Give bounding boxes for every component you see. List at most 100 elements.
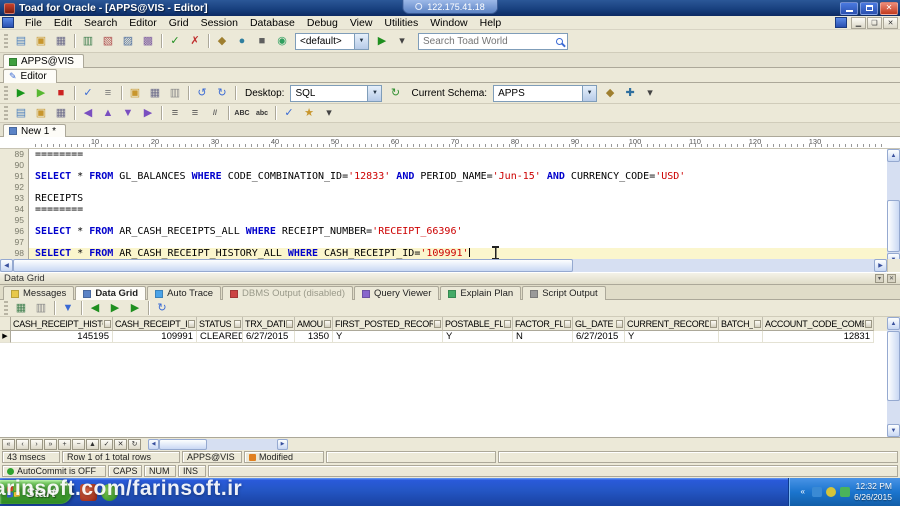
indent-icon[interactable]: ≡ (166, 105, 184, 122)
outdent-icon[interactable]: ≡ (186, 105, 204, 122)
new-document-icon[interactable]: ▤ (12, 33, 30, 50)
cell-current-record-flag[interactable]: Y (625, 331, 719, 343)
toolbar-grip[interactable] (4, 106, 8, 120)
editor-vertical-scrollbar[interactable]: ▲ ▼ (887, 149, 900, 259)
search-icon[interactable] (556, 38, 563, 45)
cell-amount[interactable]: 1350 (295, 331, 333, 343)
column-header-row-selector[interactable] (0, 317, 11, 331)
column-options-icon[interactable] (286, 320, 293, 328)
rdp-pin-icon[interactable] (415, 3, 422, 10)
toolbar-grip[interactable] (4, 34, 8, 48)
refresh-grid-icon[interactable]: ↻ (153, 300, 171, 317)
result-tab-messages[interactable]: Messages (3, 286, 74, 300)
editor-line[interactable]: 93RECEIPTS (0, 193, 887, 204)
network-icon[interactable] (812, 487, 822, 497)
mdi-restore-button[interactable]: ❏ (867, 17, 882, 29)
column-header-status[interactable]: STATUS (197, 317, 243, 331)
editor-line[interactable]: 97 (0, 237, 887, 248)
menu-grid[interactable]: Grid (163, 16, 195, 29)
menu-search[interactable]: Search (78, 16, 123, 29)
panel-close-icon[interactable]: ✕ (887, 274, 896, 283)
menu-edit[interactable]: Edit (48, 16, 78, 29)
editor-line[interactable]: 96SELECT * FROM AR_CASH_RECEIPTS_ALL WHE… (0, 226, 887, 237)
open-in-tab-icon[interactable]: ▣ (32, 105, 50, 122)
editor-line[interactable]: 92 (0, 182, 887, 193)
scrollbar-thumb[interactable] (13, 259, 573, 272)
mdi-close-button[interactable]: ✕ (883, 17, 898, 29)
editor-line[interactable]: 95 (0, 215, 887, 226)
column-options-icon[interactable] (504, 320, 511, 328)
menu-window[interactable]: Window (424, 16, 473, 29)
row-marker[interactable]: ▶ (0, 331, 11, 343)
minimize-button[interactable] (840, 2, 858, 15)
format-code-icon[interactable]: ≡ (99, 85, 117, 102)
menu-help[interactable]: Help (474, 16, 508, 29)
column-header-account-code-combination-id[interactable]: ACCOUNT_CODE_COMBINATION_ID (763, 317, 874, 331)
scroll-down-icon[interactable]: ▼ (887, 424, 900, 437)
last-record-button[interactable]: » (44, 439, 57, 450)
cell-trx-date[interactable]: 6/27/2015 (243, 331, 295, 343)
export-dataset-icon[interactable]: ▦ (12, 300, 30, 317)
taskbar-clock[interactable]: 12:32 PM 6/26/2015 (854, 481, 892, 503)
first-record-button[interactable]: « (2, 439, 15, 450)
print-grid-icon[interactable]: ▥ (32, 300, 50, 317)
execute-script-icon[interactable]: ▶ (32, 85, 50, 102)
scroll-up-icon[interactable]: ▲ (887, 317, 900, 330)
lowercase-icon[interactable]: abc (253, 105, 271, 122)
result-tab-data-grid[interactable]: Data Grid (75, 286, 146, 300)
rollback-icon[interactable]: ✗ (186, 33, 204, 50)
halt-execution-icon[interactable]: ■ (52, 85, 70, 102)
close-button[interactable]: ✕ (880, 2, 898, 15)
cell-gl-date[interactable]: 6/27/2015 (573, 331, 625, 343)
auto-hide-pin-icon[interactable]: ▾ (875, 274, 884, 283)
next-page-icon[interactable]: ▶ (106, 300, 124, 317)
scrollbar-thumb[interactable] (887, 331, 900, 401)
menu-view[interactable]: View (344, 16, 379, 29)
uppercase-icon[interactable]: ABC (233, 105, 251, 122)
redo-icon[interactable]: ↻ (213, 85, 231, 102)
execute-statement-icon[interactable]: ▶ (12, 85, 30, 102)
connection-combo[interactable]: <default> ▼ (295, 33, 369, 50)
editor-line[interactable]: 94======== (0, 204, 887, 215)
column-options-icon[interactable] (188, 320, 195, 328)
result-tab-explain-plan[interactable]: Explain Plan (440, 286, 521, 300)
column-options-icon[interactable] (564, 320, 571, 328)
column-options-icon[interactable] (754, 320, 761, 328)
report-manager-icon[interactable]: ● (233, 33, 251, 50)
cell-postable-flag[interactable]: Y (443, 331, 513, 343)
open-file-icon[interactable]: ▣ (32, 33, 50, 50)
delete-record-button[interactable]: − (72, 439, 85, 450)
first-statement-icon[interactable]: ▲ (99, 105, 117, 122)
search-input[interactable] (423, 36, 553, 47)
previous-page-icon[interactable]: ◀ (86, 300, 104, 317)
grid-horizontal-scrollbar[interactable]: ◀ ▶ (148, 439, 288, 450)
tab-editor[interactable]: ✎ Editor (3, 69, 57, 83)
scroll-down-icon[interactable]: ▼ (887, 253, 900, 259)
column-header-postable-flag[interactable]: POSTABLE_FLAG (443, 317, 513, 331)
filter-data-icon[interactable]: ▼ (59, 300, 77, 317)
grid-vertical-scrollbar[interactable]: ▲ ▼ (887, 317, 900, 437)
scroll-up-icon[interactable]: ▲ (887, 149, 900, 162)
toolbar-grip[interactable] (4, 86, 8, 100)
sql-editor[interactable]: 89========9091SELECT * FROM GL_BALANCES … (0, 149, 900, 259)
toad-world-icon[interactable]: ◉ (273, 33, 291, 50)
cell-batch-id[interactable] (719, 331, 763, 343)
save-as-icon[interactable]: ▦ (52, 105, 70, 122)
print-editor-icon[interactable]: ▥ (166, 85, 184, 102)
undo-icon[interactable]: ↺ (193, 85, 211, 102)
save-editor-file-icon[interactable]: ▦ (146, 85, 164, 102)
scroll-left-icon[interactable]: ◀ (0, 259, 13, 272)
refresh-record-button[interactable]: ↻ (128, 439, 141, 450)
action-dropdown-icon[interactable]: ▾ (393, 33, 411, 50)
scroll-right-icon[interactable]: ▶ (874, 259, 887, 272)
frog-quicklaunch-icon[interactable] (101, 484, 118, 501)
session-browser-icon[interactable]: ▨ (119, 33, 137, 50)
editor-line[interactable]: 91SELECT * FROM GL_BALANCES WHERE CODE_C… (0, 171, 887, 182)
column-header-factor-flag[interactable]: FACTOR_FLAG (513, 317, 573, 331)
grid-data-row[interactable]: ▶145195109991CLEARED6/27/20151350YYN6/27… (0, 331, 887, 343)
column-header-batch-id[interactable]: BATCH_ID (719, 317, 763, 331)
cell-status[interactable]: CLEARED (197, 331, 243, 343)
schema-browser-icon[interactable]: ▥ (79, 33, 97, 50)
scrollbar-thumb[interactable] (887, 200, 900, 252)
window-menu-icon[interactable] (2, 17, 14, 28)
